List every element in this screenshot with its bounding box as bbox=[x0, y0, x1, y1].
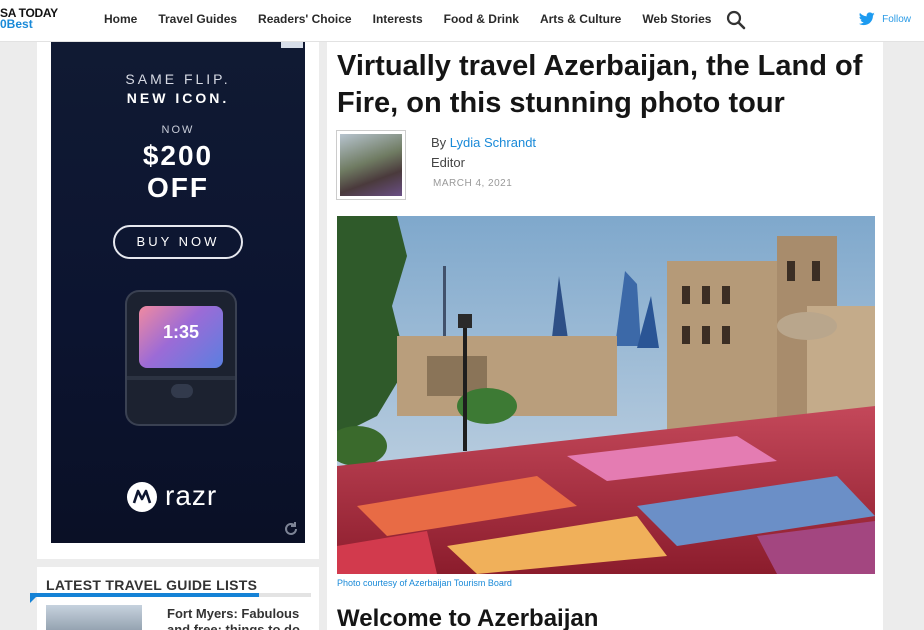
motorola-logo-icon bbox=[127, 482, 157, 512]
latest-item-title[interactable]: Fort Myers: Fabulous and free: things to… bbox=[167, 606, 317, 630]
byline: By Lydia Schrandt bbox=[431, 135, 536, 150]
phone-image: 1:35 bbox=[127, 292, 235, 424]
ad-choices-badge[interactable] bbox=[281, 42, 303, 48]
byline-prefix: By bbox=[431, 135, 447, 150]
author-link[interactable]: Lydia Schrandt bbox=[450, 135, 536, 150]
nav-arts-culture[interactable]: Arts & Culture bbox=[540, 12, 621, 26]
nav-interests[interactable]: Interests bbox=[373, 12, 423, 26]
article-headline: Virtually travel Azerbaijan, the Land of… bbox=[337, 50, 863, 119]
advertisement[interactable]: SAME FLIP. NEW ICON. NOW $200 OFF BUY NO… bbox=[51, 42, 305, 543]
nav-travel-guides[interactable]: Travel Guides bbox=[158, 12, 237, 26]
author-avatar-image bbox=[340, 134, 402, 196]
main-nav: Home Travel Guides Readers' Choice Inter… bbox=[104, 12, 732, 26]
ad-price: $200 bbox=[142, 140, 214, 171]
ad-tagline-1: SAME FLIP. bbox=[125, 71, 231, 87]
author-avatar[interactable] bbox=[336, 130, 406, 200]
phone-hinge bbox=[127, 376, 235, 380]
ad-off-label: OFF bbox=[147, 172, 209, 203]
article: Virtually travel Azerbaijan, the Land of… bbox=[327, 42, 883, 630]
twitter-follow-button[interactable]: Follow bbox=[859, 12, 911, 26]
author-role: Editor bbox=[431, 155, 465, 170]
latest-item-thumbnail[interactable] bbox=[46, 605, 142, 630]
section-heading: Welcome to Azerbaijan bbox=[337, 605, 599, 630]
ad-now-label: NOW bbox=[161, 124, 195, 136]
latest-progress-bar bbox=[30, 593, 259, 597]
refresh-icon[interactable] bbox=[283, 521, 299, 537]
ad-buy-now-button[interactable]: BUY NOW bbox=[113, 225, 243, 259]
ad-brand-wordmark: razr bbox=[165, 480, 218, 511]
site-logo[interactable]: SA TODAY 0Best bbox=[0, 7, 58, 31]
photo-caption[interactable]: Photo courtesy of Azerbaijan Tourism Boa… bbox=[337, 578, 512, 588]
logo-line-2: 0Best bbox=[0, 17, 33, 31]
nav-readers-choice[interactable]: Readers' Choice bbox=[258, 12, 352, 26]
hero-photo bbox=[337, 216, 875, 574]
search-icon[interactable] bbox=[726, 10, 746, 30]
twitter-icon bbox=[859, 12, 875, 26]
follow-label: Follow bbox=[882, 13, 911, 25]
hero-photo-illustration bbox=[337, 216, 875, 574]
publish-date: MARCH 4, 2021 bbox=[433, 178, 513, 189]
nav-web-stories[interactable]: Web Stories bbox=[642, 12, 711, 26]
nav-home[interactable]: Home bbox=[104, 12, 137, 26]
site-header: SA TODAY 0Best Home Travel Guides Reader… bbox=[0, 0, 924, 42]
phone-camera-icon bbox=[171, 384, 193, 398]
ad-tagline-2: NEW ICON. bbox=[126, 90, 230, 106]
latest-guides-widget: LATEST TRAVEL GUIDE LISTS Fort Myers: Fa… bbox=[30, 567, 319, 630]
nav-food-drink[interactable]: Food & Drink bbox=[444, 12, 519, 26]
phone-time: 1:35 bbox=[163, 322, 200, 342]
latest-guides-title: LATEST TRAVEL GUIDE LISTS bbox=[46, 577, 258, 593]
phone-screen: 1:35 bbox=[139, 306, 223, 368]
latest-flag-marker bbox=[30, 597, 36, 603]
